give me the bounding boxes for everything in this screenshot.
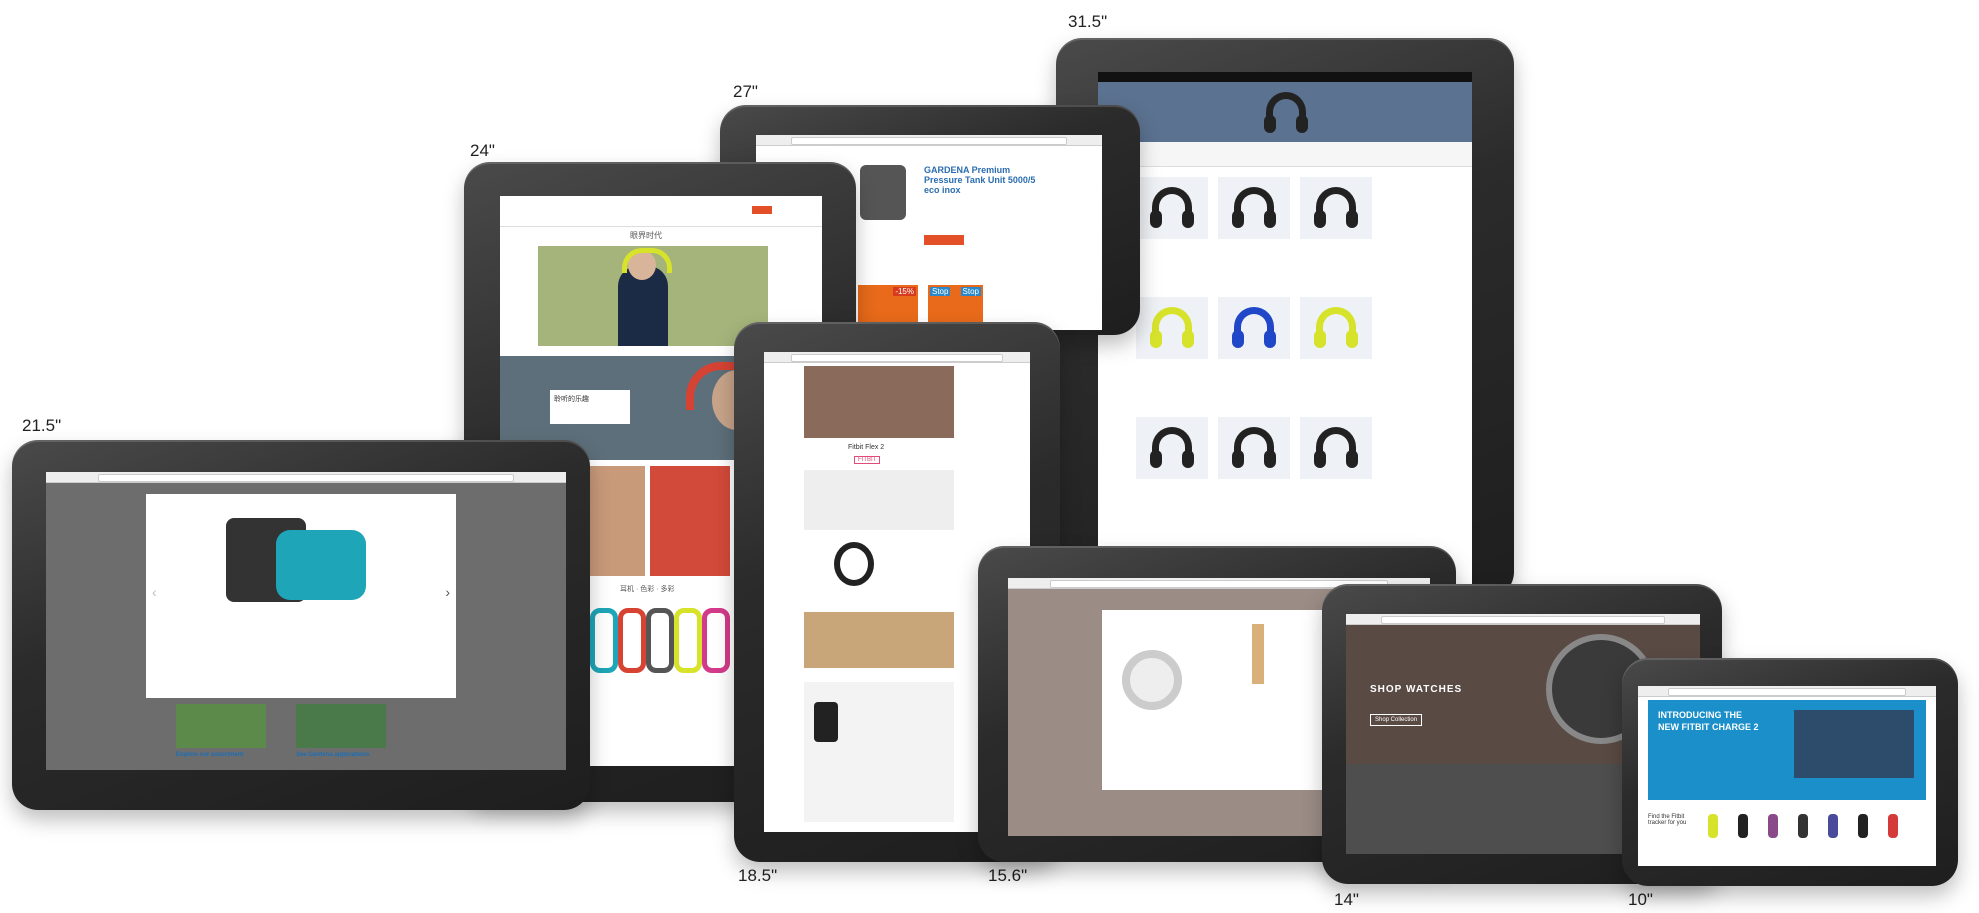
browser-bar[interactable] [46,472,566,483]
product-card[interactable] [1136,297,1208,359]
thumbnail[interactable] [296,704,386,748]
screen-31-5 [1098,72,1472,592]
size-label-18-5: 18.5" [738,866,778,885]
stop-badge: Stop [960,287,981,296]
beach-photo [804,612,954,668]
tracker-carousel[interactable] [1708,810,1918,846]
url-field[interactable] [98,474,514,482]
product-card[interactable] [1300,177,1372,239]
prev-arrow-icon[interactable]: ‹ [152,584,157,600]
url-field[interactable] [1381,616,1665,624]
row-title: 耳机 · 色彩 · 多彩 [620,586,675,593]
screen-10: INTRODUCING THE NEW FITBIT CHARGE 2 Find… [1638,686,1936,866]
tracker-image [834,542,874,586]
hero-heading: INTRODUCING THE [1658,710,1742,720]
site-header [500,196,822,227]
thumbnail[interactable] [176,704,266,748]
promo-image-right [650,466,730,576]
url-field[interactable] [790,354,1004,362]
add-to-cart-button[interactable] [924,235,964,245]
size-label-31-5: 31.5" [1068,12,1108,31]
promo-image-left [590,466,645,576]
banner-label: 聆听的乐趣 [554,396,589,403]
watch-image [1122,650,1182,710]
hero-heading: NEW FITBIT CHARGE 2 [1658,722,1759,732]
shop-collection-button[interactable]: Shop Collection [1370,714,1423,726]
url-field[interactable] [790,137,1068,145]
product-card[interactable] [1218,417,1290,479]
hero-banner [1098,82,1472,142]
watch-thumb[interactable] [1252,624,1264,684]
pump-product-image [860,165,906,220]
lightbox-modal: › ‹ [146,494,456,698]
tracker-finder-text: Find the Fitbit tracker for you [1648,814,1687,826]
thumbnail-caption[interactable]: Explore our assortment [176,752,243,758]
tablet-10: INTRODUCING THE NEW FITBIT CHARGE 2 Find… [1622,658,1958,886]
section-title: 眼界时代 [630,231,662,240]
url-field[interactable] [1667,688,1907,696]
monitor-21-5: › ‹ Explore our assortment See Gardena a… [12,440,590,810]
watch-modal [1102,610,1352,790]
bands-image [804,470,954,530]
product-card[interactable] [1218,297,1290,359]
browser-bar[interactable] [1346,614,1700,625]
size-label-14: 14" [1334,890,1359,909]
product-title: GARDENA Premium Pressure Tank Unit 5000/… [924,165,1036,195]
screen-21-5: › ‹ Explore our assortment See Gardena a… [46,472,566,770]
video-player[interactable] [1794,710,1914,778]
watches-heading: SHOP WATCHES [1370,684,1463,695]
product-card[interactable] [1300,297,1372,359]
headphone-lineup [590,608,730,673]
brand-tag[interactable]: FITBIT [854,456,881,464]
site-nav-bar[interactable] [1098,72,1472,82]
discount-badge: -15% [893,287,916,296]
product-card[interactable] [1218,177,1290,239]
size-label-24: 24" [470,141,495,160]
pump-tank [276,530,366,600]
hero-photo [804,366,954,438]
size-label-21-5: 21.5" [22,416,62,435]
product-card[interactable] [1136,177,1208,239]
banner-text-box: 聆听的乐趣 [550,390,630,424]
browser-bar[interactable] [756,135,1102,146]
size-label-10: 10" [1628,890,1653,909]
product-card[interactable] [1136,417,1208,479]
product-grid [1098,167,1472,567]
headphones-hero-image [1264,92,1308,133]
next-arrow-icon[interactable]: › [445,584,450,600]
stop-badge: Stop [930,287,951,296]
thumbnail-caption[interactable]: See Gardena applications [296,752,369,758]
header-button[interactable] [752,206,772,214]
browser-bar[interactable] [1638,686,1936,697]
browser-bar[interactable] [764,352,1030,363]
fitbit-hero: INTRODUCING THE NEW FITBIT CHARGE 2 [1648,700,1926,800]
product-card[interactable] [1300,417,1372,479]
size-label-27: 27" [733,82,758,101]
size-label-15-6: 15.6" [988,866,1028,885]
phone-promo [804,682,954,822]
hero-image [538,246,768,346]
category-tabs[interactable] [1098,142,1472,167]
brand-title: Fitbit Flex 2 [848,444,885,451]
